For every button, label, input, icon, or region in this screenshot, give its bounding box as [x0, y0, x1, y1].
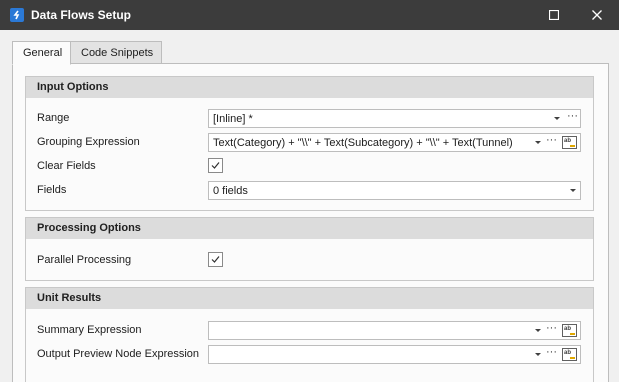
maximize-button[interactable] — [540, 4, 568, 26]
parallel-processing-label: Parallel Processing — [37, 254, 132, 266]
title-bar: Data Flows Setup — [0, 0, 619, 30]
tab-code-snippets[interactable]: Code Snippets — [70, 41, 162, 64]
expression-editor-glyph: ab — [564, 326, 572, 332]
chevron-down-icon[interactable] — [535, 353, 541, 356]
chevron-down-icon[interactable] — [554, 117, 560, 120]
input-options-group: Input Options Range [Inline] * ··· Group… — [25, 76, 594, 211]
clear-fields-label: Clear Fields — [37, 160, 96, 172]
expression-editor-glyph: ab — [564, 350, 572, 356]
range-field[interactable]: [Inline] * ··· — [208, 109, 581, 128]
range-label: Range — [37, 112, 70, 124]
output-preview-node-expression-label: Output Preview Node Expression — [37, 348, 200, 360]
ellipsis-icon[interactable]: ··· — [546, 134, 557, 146]
unit-results-group: Unit Results Summary Expression ··· ab O… — [25, 287, 594, 382]
range-value: [Inline] * — [213, 113, 253, 125]
tab-general[interactable]: General — [12, 41, 71, 65]
grouping-expression-value: Text(Category) + "\\" + Text(Subcategory… — [213, 137, 513, 149]
close-button[interactable] — [583, 4, 611, 26]
dialog-body: General Code Snippets Input Options Rang… — [0, 30, 619, 382]
grouping-expression-label: Grouping Expression — [37, 136, 140, 148]
chevron-down-icon[interactable] — [535, 329, 541, 332]
processing-options-group: Processing Options Parallel Processing — [25, 217, 594, 281]
expression-editor-glyph: ab — [564, 138, 572, 144]
fields-label: Fields — [37, 184, 67, 196]
unit-results-header: Unit Results — [26, 288, 593, 309]
grouping-expression-field[interactable]: Text(Category) + "\\" + Text(Subcategory… — [208, 133, 581, 152]
fields-value: 0 fields — [213, 185, 248, 197]
fields-field[interactable]: 0 fields — [208, 181, 581, 200]
expression-editor-icon[interactable]: ab — [562, 348, 577, 361]
chevron-down-icon[interactable] — [570, 189, 576, 192]
output-preview-node-expression-field[interactable]: ··· ab — [208, 345, 581, 364]
summary-expression-field[interactable]: ··· ab — [208, 321, 581, 340]
close-icon — [592, 10, 602, 20]
chevron-down-icon[interactable] — [535, 141, 541, 144]
processing-options-header: Processing Options — [26, 218, 593, 239]
tab-page-general: Input Options Range [Inline] * ··· Group… — [12, 63, 609, 382]
ellipsis-icon[interactable]: ··· — [567, 110, 578, 122]
clear-fields-checkbox[interactable] — [208, 158, 223, 173]
expression-editor-icon[interactable]: ab — [562, 324, 577, 337]
checkmark-icon — [211, 256, 220, 263]
parallel-processing-checkbox[interactable] — [208, 252, 223, 267]
input-options-header: Input Options — [26, 77, 593, 98]
maximize-icon — [549, 10, 559, 20]
ellipsis-icon[interactable]: ··· — [546, 322, 557, 334]
ellipsis-icon[interactable]: ··· — [546, 346, 557, 358]
app-logo-icon — [10, 8, 24, 22]
summary-expression-label: Summary Expression — [37, 324, 142, 336]
window-title: Data Flows Setup — [31, 8, 132, 22]
expression-editor-icon[interactable]: ab — [562, 136, 577, 149]
checkmark-icon — [211, 162, 220, 169]
